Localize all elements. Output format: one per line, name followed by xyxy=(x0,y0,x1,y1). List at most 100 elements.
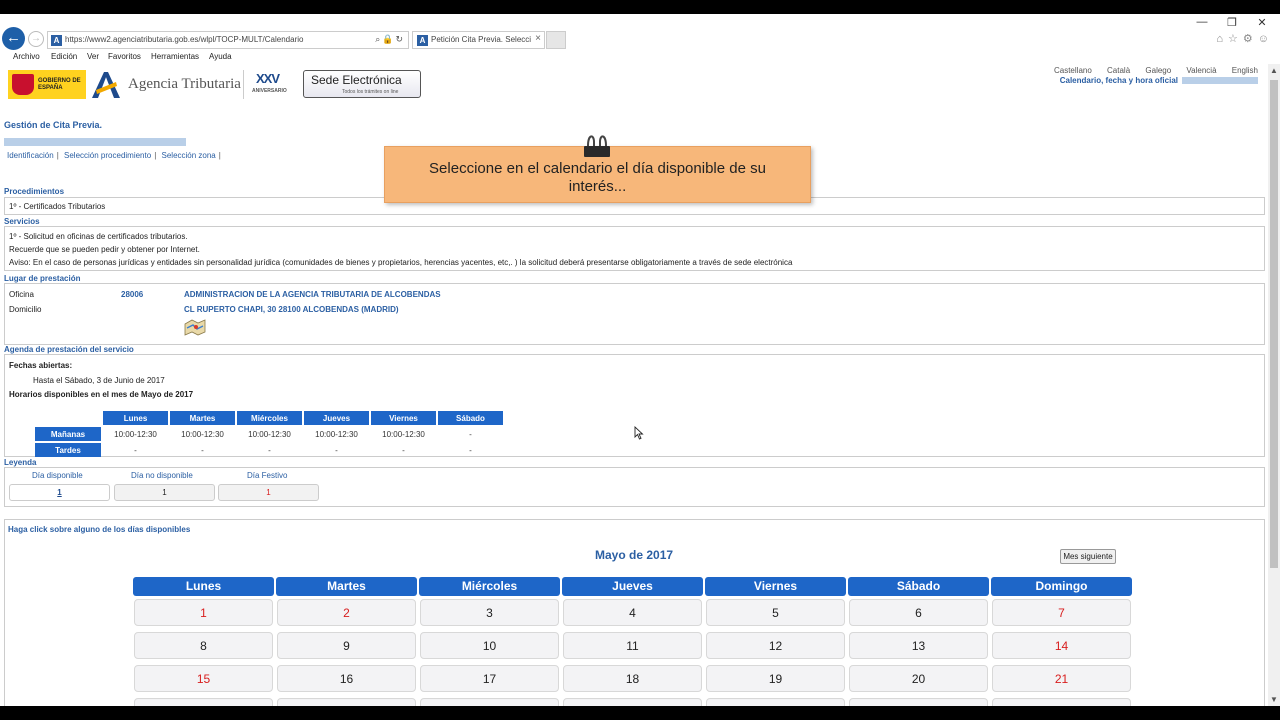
calendar-day-holiday: 2 xyxy=(277,599,416,626)
gobierno-logo[interactable]: GOBIERNO DE ESPAÑA xyxy=(8,70,86,99)
horarios-day: Miércoles xyxy=(237,411,302,425)
calendar-weekday-header: Domingo xyxy=(991,577,1132,596)
crumb-identificacion[interactable]: Identificación xyxy=(7,151,54,160)
scroll-down-icon[interactable]: ▼ xyxy=(1270,695,1278,704)
horarios-cell: - xyxy=(134,445,137,455)
lang-catala[interactable]: Català xyxy=(1107,66,1130,75)
calendar-day-holiday: 21 xyxy=(992,665,1131,692)
horarios-cell: - xyxy=(201,445,204,455)
sede-subtitle: Todos los trámites on line xyxy=(342,89,399,95)
calendar-day-unavailable: 13 xyxy=(849,632,988,659)
lang-valencia[interactable]: Valencià xyxy=(1186,66,1216,75)
calendar-day-available[interactable]: 25 xyxy=(563,698,702,706)
calendar-day-unavailable: 3 xyxy=(420,599,559,626)
lugar-box: Oficina 28006 ADMINISTRACION DE LA AGENC… xyxy=(4,283,1265,345)
close-window-button[interactable]: ✕ xyxy=(1248,16,1276,29)
minimize-button[interactable]: — xyxy=(1188,16,1216,28)
tab-favicon: A xyxy=(417,35,428,46)
calendar-day-unavailable: 10 xyxy=(420,632,559,659)
calendar-day-unavailable: 17 xyxy=(420,665,559,692)
procedimiento-value: 1º - Certificados Tributarios xyxy=(9,202,106,211)
scrollbar-thumb[interactable] xyxy=(1270,80,1278,568)
calendar-day-unavailable: 20 xyxy=(849,665,988,692)
menu-herramientas[interactable]: Herramientas xyxy=(151,52,199,61)
next-month-button[interactable]: Mes siguiente xyxy=(1060,549,1116,564)
calendar-day-available[interactable]: 24 xyxy=(420,698,559,706)
toolbar-icons: ⌂☆⚙☺ xyxy=(1216,32,1274,45)
blurred-date xyxy=(1182,77,1258,85)
browser-tab[interactable]: A Petición Cita Previa. Selecci... × xyxy=(412,31,545,49)
servicios-box: 1º - Solicitud en oficinas de certificad… xyxy=(4,226,1265,271)
menu-archivo[interactable]: Archivo xyxy=(13,52,40,61)
lock-icon: 🔒 xyxy=(382,34,396,44)
lang-castellano[interactable]: Castellano xyxy=(1054,66,1092,75)
menu-favoritos[interactable]: Favoritos xyxy=(108,52,141,61)
feedback-icon[interactable]: ☺ xyxy=(1258,33,1274,45)
scroll-up-icon[interactable]: ▲ xyxy=(1270,66,1278,75)
servicio-notice: Aviso: En el caso de personas jurídicas … xyxy=(9,258,793,267)
crumb-seleccion-procedimiento[interactable]: Selección procedimiento xyxy=(64,151,151,160)
calendar-weekday-header: Viernes xyxy=(705,577,846,596)
calendar-day-holiday: 14 xyxy=(992,632,1131,659)
menu-ayuda[interactable]: Ayuda xyxy=(209,52,232,61)
horarios-cell: - xyxy=(469,429,472,439)
calendar-weekday-header: Lunes xyxy=(133,577,274,596)
calendar-day-available[interactable]: 26 xyxy=(706,698,845,706)
crumb-seleccion-zona[interactable]: Selección zona xyxy=(162,151,216,160)
favorites-star-icon[interactable]: ☆ xyxy=(1228,33,1243,45)
calendar-day-unavailable: 9 xyxy=(277,632,416,659)
lang-galego[interactable]: Galego xyxy=(1145,66,1171,75)
horarios-cell: 10:00-12:30 xyxy=(114,429,157,439)
sede-electronica-button[interactable]: Sede Electrónica Todos los trámites on l… xyxy=(303,70,421,98)
address-bar[interactable]: A https://www2.agenciatributaria.gob.es/… xyxy=(47,31,409,49)
oficina-code: 28006 xyxy=(121,290,144,299)
restore-button[interactable]: ❐ xyxy=(1218,16,1246,29)
horarios-day: Viernes xyxy=(371,411,436,425)
calendar-weekday-header: Sábado xyxy=(848,577,989,596)
horarios-day: Jueves xyxy=(304,411,369,425)
new-tab-button[interactable] xyxy=(546,31,566,49)
vertical-scrollbar[interactable]: ▲ ▼ xyxy=(1268,64,1280,706)
calendar-day-holiday: 15 xyxy=(134,665,273,692)
menu-ver[interactable]: Ver xyxy=(87,52,99,61)
calendar-official-link[interactable]: Calendario, fecha y hora oficial xyxy=(1060,76,1258,85)
settings-gear-icon[interactable]: ⚙ xyxy=(1243,33,1258,45)
agency-name[interactable]: Agencia Tributaria xyxy=(128,76,241,93)
calendar-day-available[interactable]: 22 xyxy=(134,698,273,706)
horarios-corner xyxy=(35,411,101,425)
leyenda-box: Día disponible Día no disponible Día Fes… xyxy=(4,467,1265,507)
calendar-day-available[interactable]: 23 xyxy=(277,698,416,706)
calendar-day-unavailable: 11 xyxy=(563,632,702,659)
back-button[interactable]: ← xyxy=(2,27,25,50)
horarios-cell: 10:00-12:30 xyxy=(248,429,291,439)
agencia-tributaria-logo-icon[interactable] xyxy=(90,70,122,99)
horarios-cell: - xyxy=(268,445,271,455)
horarios-cell: - xyxy=(402,445,405,455)
gobierno-label: GOBIERNO DE ESPAÑA xyxy=(38,78,81,91)
address-icons[interactable]: ⌕🔒↻ xyxy=(375,34,405,45)
calendar-day-holiday: 1 xyxy=(134,599,273,626)
leyenda-no-disponible-label: Día no disponible xyxy=(131,471,193,480)
calendar-day-unavailable: 4 xyxy=(563,599,702,626)
page-title: Gestión de Cita Previa. xyxy=(4,120,103,130)
map-icon[interactable] xyxy=(184,318,206,337)
calendar-day-unavailable: 12 xyxy=(706,632,845,659)
lang-english[interactable]: English xyxy=(1232,66,1258,75)
refresh-icon[interactable]: ↻ xyxy=(395,34,405,44)
domicilio-label: Domicilio xyxy=(9,305,42,314)
forward-button[interactable]: → xyxy=(28,31,44,47)
calendar-weekday-header: Jueves xyxy=(562,577,703,596)
calendar-day-unavailable: 5 xyxy=(706,599,845,626)
calendar-day-unavailable: 18 xyxy=(563,665,702,692)
agenda-label: Agenda de prestación del servicio xyxy=(4,345,134,354)
home-icon[interactable]: ⌂ xyxy=(1216,33,1228,45)
calendar-hint: Haga click sobre alguno de los días disp… xyxy=(8,525,191,534)
crumb-separator: | xyxy=(218,151,221,160)
binder-clip-icon xyxy=(584,135,610,157)
calendar-day-unavailable: 16 xyxy=(277,665,416,692)
leyenda-disponible-label: Día disponible xyxy=(32,471,83,480)
tab-close-icon[interactable]: × xyxy=(535,33,541,44)
blurred-user-name xyxy=(4,138,186,146)
menu-edicion[interactable]: Edición xyxy=(51,52,77,61)
screen: — ❐ ✕ ← → A https://www2.agenciatributar… xyxy=(0,0,1280,720)
